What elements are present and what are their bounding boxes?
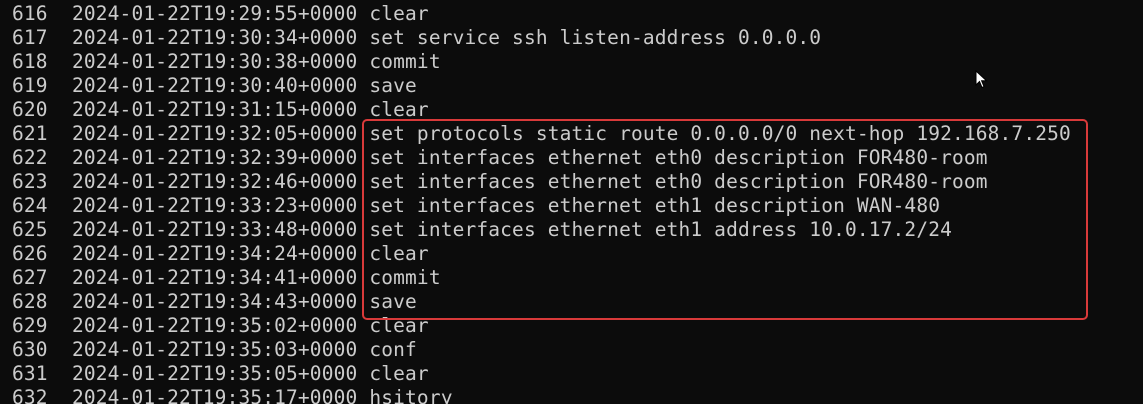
history-line: 630 2024-01-22T19:35:03+0000 conf bbox=[12, 338, 417, 362]
timestamp: 2024-01-22T19:31:15+0000 bbox=[72, 98, 358, 121]
line-number: 621 bbox=[12, 122, 48, 145]
line-number: 616 bbox=[12, 2, 48, 25]
timestamp: 2024-01-22T19:30:38+0000 bbox=[72, 50, 358, 73]
line-number: 625 bbox=[12, 218, 48, 241]
history-line: 627 2024-01-22T19:34:41+0000 commit bbox=[12, 266, 441, 290]
history-line: 622 2024-01-22T19:32:39+0000 set interface… bbox=[12, 146, 988, 170]
terminal-window[interactable]: 616 2024-01-22T19:29:55+0000 clear 617 2024… bbox=[0, 0, 1143, 404]
line-number: 629 bbox=[12, 314, 48, 337]
history-line: 624 2024-01-22T19:33:23+0000 set interface… bbox=[12, 194, 940, 218]
line-number: 618 bbox=[12, 50, 48, 73]
history-line: 628 2024-01-22T19:34:43+0000 save bbox=[12, 290, 417, 314]
timestamp: 2024-01-22T19:32:46+0000 bbox=[72, 170, 358, 193]
timestamp: 2024-01-22T19:33:48+0000 bbox=[72, 218, 358, 241]
line-number: 617 bbox=[12, 26, 48, 49]
command-text: commit bbox=[369, 50, 441, 73]
line-number: 622 bbox=[12, 146, 48, 169]
history-line: 619 2024-01-22T19:30:40+0000 save bbox=[12, 74, 417, 98]
timestamp: 2024-01-22T19:30:40+0000 bbox=[72, 74, 358, 97]
timestamp: 2024-01-22T19:35:17+0000 bbox=[72, 386, 358, 404]
line-number: 627 bbox=[12, 266, 48, 289]
command-text: clear bbox=[369, 314, 429, 337]
line-number: 631 bbox=[12, 362, 48, 385]
command-text: clear bbox=[369, 362, 429, 385]
history-line: 632 2024-01-22T19:35:17+0000 hsitory bbox=[12, 386, 453, 404]
timestamp: 2024-01-22T19:30:34+0000 bbox=[72, 26, 358, 49]
history-line: 625 2024-01-22T19:33:48+0000 set interface… bbox=[12, 218, 952, 242]
history-line: 616 2024-01-22T19:29:55+0000 clear bbox=[12, 2, 429, 26]
timestamp: 2024-01-22T19:35:05+0000 bbox=[72, 362, 358, 385]
command-text: conf bbox=[369, 338, 417, 361]
line-number: 632 bbox=[12, 386, 48, 404]
command-text: clear bbox=[369, 242, 429, 265]
command-text: hsitory bbox=[369, 386, 453, 404]
timestamp: 2024-01-22T19:29:55+0000 bbox=[72, 2, 358, 25]
timestamp: 2024-01-22T19:34:24+0000 bbox=[72, 242, 358, 265]
timestamp: 2024-01-22T19:35:02+0000 bbox=[72, 314, 358, 337]
command-text: set interfaces ethernet eth0 description… bbox=[369, 146, 988, 169]
line-number: 623 bbox=[12, 170, 48, 193]
command-text: set interfaces ethernet eth1 address 10.… bbox=[369, 218, 952, 241]
timestamp: 2024-01-22T19:32:05+0000 bbox=[72, 122, 358, 145]
line-number: 619 bbox=[12, 74, 48, 97]
command-text: set interfaces ethernet eth0 description… bbox=[369, 170, 988, 193]
timestamp: 2024-01-22T19:32:39+0000 bbox=[72, 146, 358, 169]
command-text: set interfaces ethernet eth1 description… bbox=[369, 194, 941, 217]
line-number: 628 bbox=[12, 290, 48, 313]
line-number: 624 bbox=[12, 194, 48, 217]
line-number: 630 bbox=[12, 338, 48, 361]
history-line: 629 2024-01-22T19:35:02+0000 clear bbox=[12, 314, 429, 338]
timestamp: 2024-01-22T19:35:03+0000 bbox=[72, 338, 358, 361]
timestamp: 2024-01-22T19:34:41+0000 bbox=[72, 266, 358, 289]
history-line: 621 2024-01-22T19:32:05+0000 set protocols… bbox=[12, 122, 1071, 146]
command-text: save bbox=[369, 74, 417, 97]
history-line: 620 2024-01-22T19:31:15+0000 clear bbox=[12, 98, 429, 122]
command-text: clear bbox=[369, 2, 429, 25]
command-text: set protocols static route 0.0.0.0/0 nex… bbox=[369, 122, 1071, 145]
command-text: save bbox=[369, 290, 417, 313]
line-number: 620 bbox=[12, 98, 48, 121]
command-text: commit bbox=[369, 266, 441, 289]
mouse-pointer-icon bbox=[975, 70, 988, 89]
history-line: 631 2024-01-22T19:35:05+0000 clear bbox=[12, 362, 429, 386]
history-line: 623 2024-01-22T19:32:46+0000 set interface… bbox=[12, 170, 988, 194]
timestamp: 2024-01-22T19:33:23+0000 bbox=[72, 194, 358, 217]
command-text: clear bbox=[369, 98, 429, 121]
history-line: 618 2024-01-22T19:30:38+0000 commit bbox=[12, 50, 441, 74]
command-text: set service ssh listen-address 0.0.0.0 bbox=[369, 26, 822, 49]
history-line: 626 2024-01-22T19:34:24+0000 clear bbox=[12, 242, 429, 266]
line-number: 626 bbox=[12, 242, 48, 265]
history-line: 617 2024-01-22T19:30:34+0000 set service s… bbox=[12, 26, 821, 50]
timestamp: 2024-01-22T19:34:43+0000 bbox=[72, 290, 358, 313]
